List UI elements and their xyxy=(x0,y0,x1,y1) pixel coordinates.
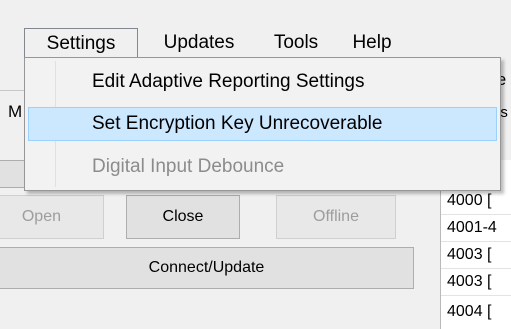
list-item[interactable]: 4003 [ xyxy=(447,269,511,295)
offline-button[interactable]: Offline xyxy=(276,195,396,239)
menu-item-edit-adaptive-reporting[interactable]: Edit Adaptive Reporting Settings xyxy=(28,65,497,99)
close-button[interactable]: Close xyxy=(126,195,240,239)
menu-help[interactable]: Help xyxy=(343,28,401,57)
connect-update-button[interactable]: Connect/Update xyxy=(0,247,414,289)
menu-item-set-encryption-key-unrecoverable[interactable]: Set Encryption Key Unrecoverable xyxy=(28,107,497,141)
menu-tools[interactable]: Tools xyxy=(265,28,327,57)
list-divider xyxy=(441,295,511,296)
menu-item-digital-input-debounce: Digital Input Debounce xyxy=(92,156,285,177)
list-item[interactable]: 4004 [ xyxy=(447,299,511,329)
menu-settings[interactable]: Settings xyxy=(24,28,138,57)
menubar: Settings Updates Tools Help xyxy=(0,0,511,57)
list-item[interactable]: 4001-4 xyxy=(447,215,511,241)
panel-divider xyxy=(0,90,24,91)
list-item[interactable]: 4000 [ xyxy=(447,188,511,214)
list-item[interactable]: 4003 [ xyxy=(447,242,511,268)
settings-dropdown-menu: Edit Adaptive Reporting Settings Set Enc… xyxy=(24,57,501,191)
left-label-fragment: M xyxy=(8,102,23,121)
left-input-fragment xyxy=(0,160,25,188)
menu-updates[interactable]: Updates xyxy=(148,28,250,57)
open-button[interactable]: Open xyxy=(0,195,104,239)
